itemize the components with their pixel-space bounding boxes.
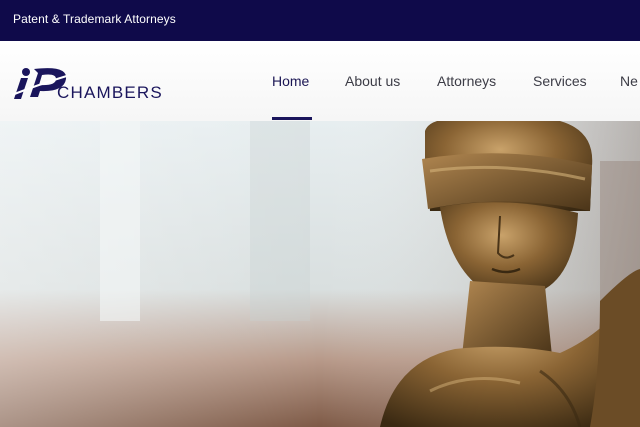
logo-text: CHAMBERS xyxy=(57,83,163,102)
nav-services[interactable]: Services xyxy=(533,73,587,89)
nav-news[interactable]: Ne xyxy=(620,73,638,89)
active-nav-indicator xyxy=(272,117,312,120)
site-header: CHAMBERS Home About us Attorneys Service… xyxy=(0,41,640,122)
site-logo[interactable]: CHAMBERS xyxy=(11,65,172,103)
hero-banner xyxy=(0,121,640,427)
nav-about-us[interactable]: About us xyxy=(345,73,400,89)
top-bar: Patent & Trademark Attorneys xyxy=(0,0,640,41)
nav-home[interactable]: Home xyxy=(272,73,309,89)
nav-attorneys[interactable]: Attorneys xyxy=(437,73,496,89)
tagline: Patent & Trademark Attorneys xyxy=(13,12,176,26)
lady-justice-statue-image xyxy=(0,121,640,427)
